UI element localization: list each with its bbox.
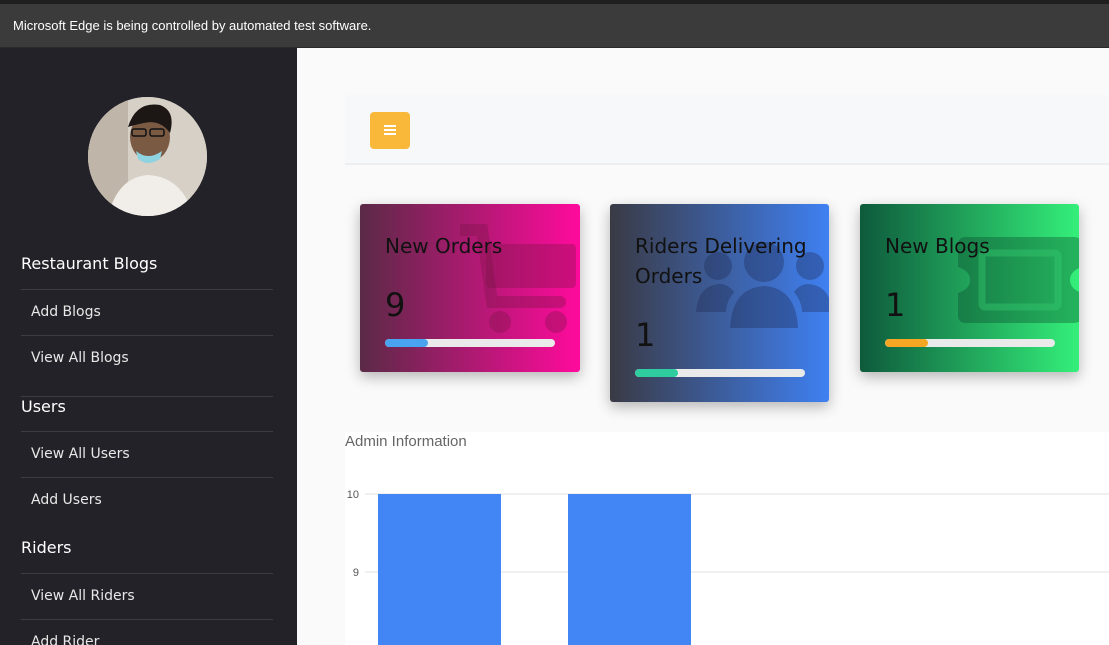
stat-card-new-blogs[interactable]: New Blogs 1 xyxy=(860,204,1079,372)
chart-title: Admin Information xyxy=(345,433,467,450)
nav-add-users[interactable]: Add Users xyxy=(21,477,273,523)
card-title: New Orders xyxy=(385,234,503,258)
chart-bar[interactable] xyxy=(378,494,501,645)
card-progress xyxy=(885,339,1055,347)
stat-card-riders-delivering[interactable]: Riders Delivering Orders 1 xyxy=(610,204,829,402)
nav-view-all-riders[interactable]: View All Riders xyxy=(21,573,273,619)
stat-card-new-orders[interactable]: New Orders 9 xyxy=(360,204,580,372)
admin-chart: 10 9 xyxy=(345,432,1109,645)
automation-notice-text: Microsoft Edge is being controlled by au… xyxy=(13,18,372,33)
avatar[interactable] xyxy=(88,97,207,216)
automation-infobar: Microsoft Edge is being controlled by au… xyxy=(0,0,1109,48)
card-progress xyxy=(385,339,555,347)
menu-toggle-button[interactable] xyxy=(370,112,410,149)
bar-chart-svg: 10 9 xyxy=(347,489,1109,645)
section-title-users: Users xyxy=(21,396,273,416)
card-title: New Blogs xyxy=(885,234,990,258)
nav-view-all-blogs[interactable]: View All Blogs xyxy=(21,335,273,381)
y-tick-label: 9 xyxy=(353,567,359,579)
nav-add-rider[interactable]: Add Rider xyxy=(21,619,273,645)
y-tick-label: 10 xyxy=(347,489,359,501)
nav-add-blogs[interactable]: Add Blogs xyxy=(21,289,273,335)
card-value: 9 xyxy=(385,286,406,324)
top-navbar xyxy=(345,95,1109,165)
sidebar: Restaurant Blogs Add Blogs View All Blog… xyxy=(0,48,297,645)
card-title: Riders Delivering Orders xyxy=(635,234,807,288)
main-content: New Orders 9 Riders Delivering Orders 1 … xyxy=(297,48,1109,645)
section-title-restaurant-blogs: Restaurant Blogs xyxy=(21,254,158,273)
card-value: 1 xyxy=(635,316,656,354)
card-value: 1 xyxy=(885,286,906,324)
chart-bar[interactable] xyxy=(568,494,691,645)
nav-view-all-users[interactable]: View All Users xyxy=(21,431,273,477)
section-title-riders: Riders xyxy=(21,538,72,557)
card-progress xyxy=(635,369,805,377)
